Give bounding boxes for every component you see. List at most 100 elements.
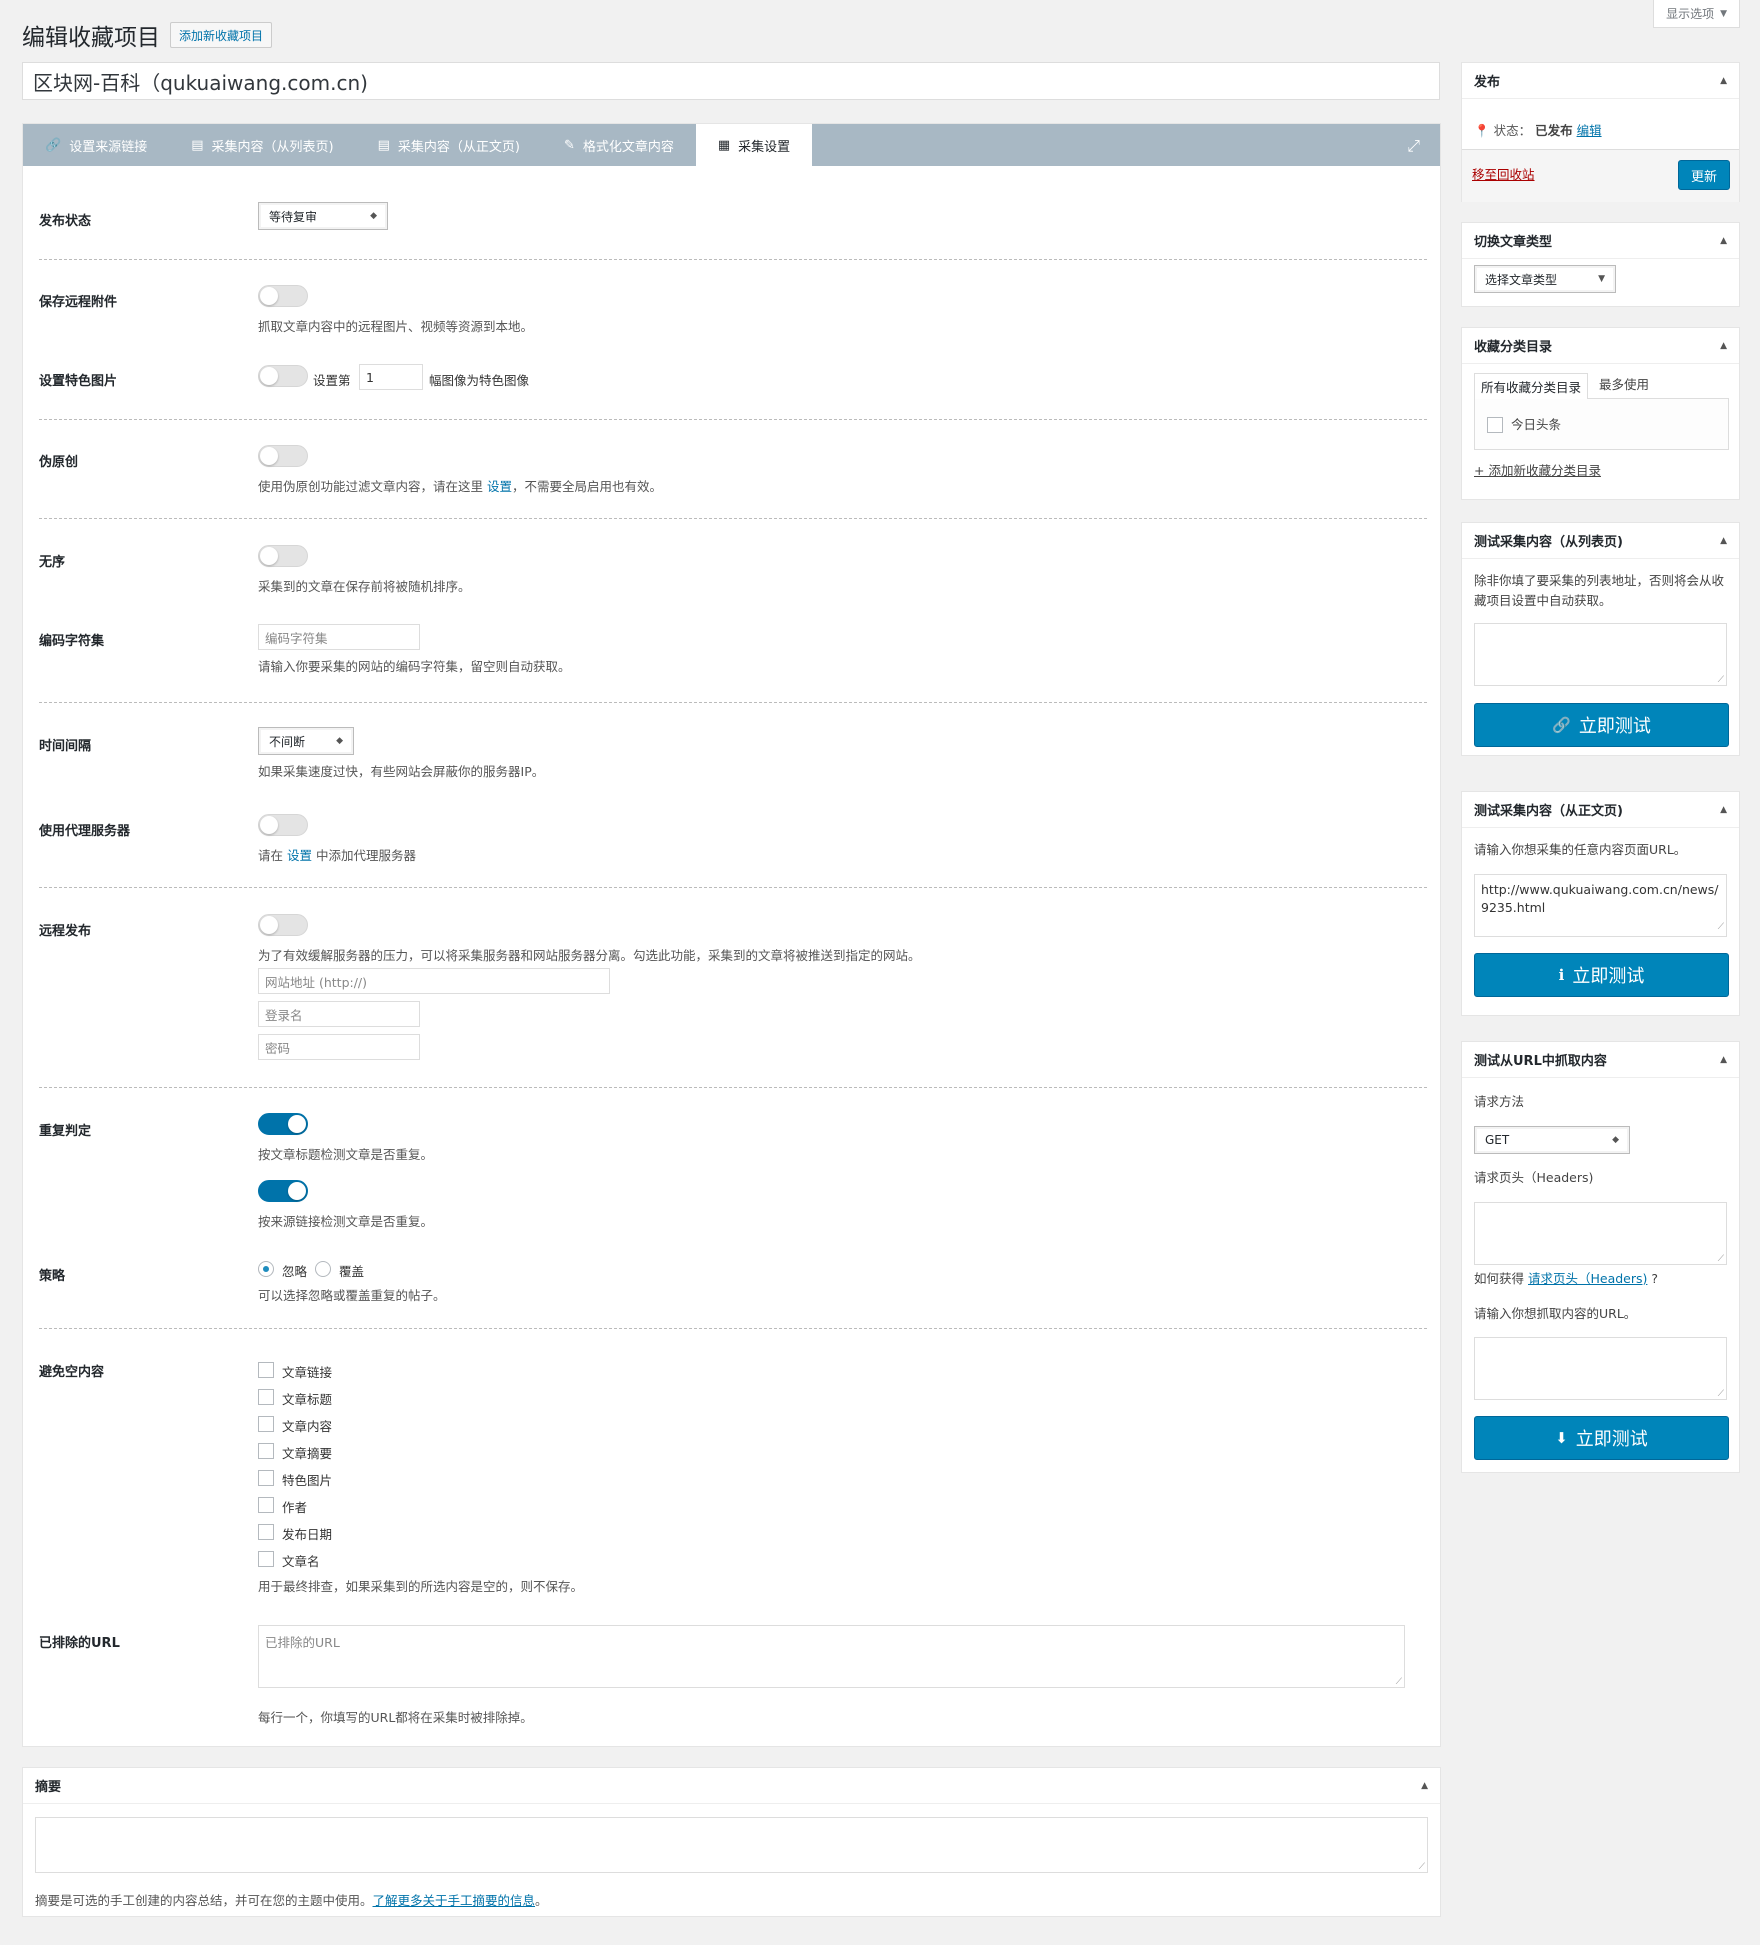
excerpt-textarea[interactable] <box>35 1817 1428 1873</box>
list-icon: ▤ <box>191 137 204 153</box>
tab-list-content[interactable]: ▤ 采集内容（从列表页) <box>169 124 355 166</box>
excerpt-metabox: 摘要 ▲ 摘要是可选的手工创建的内容总结，并可在您的主题中使用。了解更多关于手工… <box>22 1767 1441 1917</box>
avoid-empty-checkbox[interactable] <box>258 1470 274 1486</box>
divider <box>39 1328 1427 1329</box>
collapse-arrow-icon[interactable]: ▲ <box>1720 1055 1727 1065</box>
select-value: GET <box>1485 1133 1510 1147</box>
toggle-knob <box>260 367 278 385</box>
caret-down-icon: ▼ <box>1598 274 1605 284</box>
desc-text: ，不需要全局启用也有效。 <box>512 479 663 494</box>
post-title-input[interactable]: 区块网-百科（qukuaiwang.com.cn) <box>22 62 1440 100</box>
pseudo-original-label: 伪原创 <box>39 455 79 470</box>
checkbox-label: 文章内容 <box>282 1419 333 1434</box>
toggle-knob <box>260 916 278 934</box>
test-article-button[interactable]: ℹ 立即测试 <box>1474 953 1729 997</box>
fetch-url-textarea[interactable] <box>1474 1337 1727 1400</box>
publish-actions: 移至回收站 更新 <box>1462 149 1739 202</box>
headers-help-link[interactable]: 请求页头（Headers) <box>1528 1271 1647 1286</box>
pseudo-original-toggle[interactable] <box>258 445 308 467</box>
category-tab-most-used[interactable]: 最多使用 <box>1599 375 1649 395</box>
edit-status-link[interactable]: 编辑 <box>1577 123 1602 138</box>
checkbox-label: 发布日期 <box>282 1527 333 1542</box>
duplicate-title-toggle[interactable] <box>258 1113 308 1135</box>
test-list-box-header[interactable]: 测试采集内容（从列表页) ▲ <box>1462 523 1739 559</box>
box-title: 切换文章类型 <box>1474 235 1553 250</box>
link-icon: 🔗 <box>1552 716 1571 734</box>
avoid-empty-checkbox[interactable] <box>258 1389 274 1405</box>
update-button[interactable]: 更新 <box>1678 160 1730 190</box>
post-type-select[interactable]: 选择文章类型 ▼ <box>1474 265 1616 293</box>
proxy-toggle[interactable] <box>258 814 308 836</box>
collapse-arrow-icon[interactable]: ▲ <box>1720 536 1727 546</box>
publish-box-header[interactable]: 发布 ▲ <box>1462 63 1739 99</box>
add-category-link[interactable]: + 添加新收藏分类目录 <box>1474 461 1601 481</box>
avoid-empty-checkbox[interactable] <box>258 1443 274 1459</box>
collapse-arrow-icon[interactable]: ▲ <box>1720 805 1727 815</box>
avoid-empty-checkbox[interactable] <box>258 1551 274 1567</box>
settings-link[interactable]: 设置 <box>487 479 512 494</box>
tab-label: 格式化文章内容 <box>582 139 674 155</box>
collapse-arrow-icon[interactable]: ▲ <box>1720 341 1727 351</box>
random-order-toggle[interactable] <box>258 545 308 567</box>
toggle-knob <box>260 816 278 834</box>
collapse-arrow-icon[interactable]: ▲ <box>1720 236 1727 246</box>
tab-source-links[interactable]: 🔗 设置来源链接 <box>23 124 169 166</box>
test-article-url-textarea[interactable]: http://www.qukuaiwang.com.cn/news/9235.h… <box>1474 874 1727 937</box>
request-method-select[interactable]: GET ◆ <box>1474 1126 1630 1154</box>
category-item-label: 今日头条 <box>1511 417 1562 432</box>
grid-icon: ▦ <box>717 137 731 153</box>
settings-link[interactable]: 设置 <box>287 848 312 863</box>
toggle-knob <box>260 547 278 565</box>
move-to-trash-link[interactable]: 移至回收站 <box>1472 165 1535 185</box>
strategy-overwrite-label: 覆盖 <box>339 1264 365 1279</box>
toggle-knob <box>288 1115 306 1133</box>
featured-image-index-input[interactable]: 1 <box>359 364 423 390</box>
test-fetch-button[interactable]: ⬇ 立即测试 <box>1474 1416 1729 1460</box>
box-title: 测试从URL中抓取内容 <box>1474 1054 1607 1069</box>
remote-site-input[interactable]: 网站地址 (http://) <box>258 968 610 994</box>
category-box-header[interactable]: 收藏分类目录 ▲ <box>1462 328 1739 364</box>
tab-article-content[interactable]: ▤ 采集内容（从正文页) <box>356 124 542 166</box>
tab-collect-settings[interactable]: ▦ 采集设置 <box>695 124 813 166</box>
test-list-button[interactable]: 🔗 立即测试 <box>1474 703 1729 747</box>
collapse-arrow-icon[interactable]: ▲ <box>1720 76 1727 86</box>
category-checkbox[interactable] <box>1487 417 1503 433</box>
avoid-empty-checkbox[interactable] <box>258 1524 274 1540</box>
featured-image-toggle[interactable] <box>258 365 308 387</box>
featured-image-suffix: 幅图像为特色图像 <box>429 373 530 388</box>
test-article-desc: 请输入你想采集的任意内容页面URL。 <box>1474 842 1687 857</box>
save-remote-toggle[interactable] <box>258 285 308 307</box>
excluded-urls-textarea[interactable]: 已排除的URL <box>258 1625 1405 1688</box>
excerpt-learn-more-link[interactable]: 了解更多关于手工摘要的信息 <box>373 1893 536 1908</box>
remote-username-input[interactable]: 登录名 <box>258 1001 420 1027</box>
status-value: 已发布 <box>1535 123 1573 138</box>
test-article-box-header[interactable]: 测试采集内容（从正文页) ▲ <box>1462 792 1739 828</box>
duplicate-url-toggle[interactable] <box>258 1180 308 1202</box>
tab-format-content[interactable]: ✎ 格式化文章内容 <box>542 124 696 166</box>
test-fetch-box-header[interactable]: 测试从URL中抓取内容 ▲ <box>1462 1042 1739 1078</box>
remote-publish-toggle[interactable] <box>258 914 308 936</box>
publish-status-select[interactable]: 等待复审 ◆ <box>258 202 388 230</box>
select-value: 选择文章类型 <box>1485 272 1558 287</box>
interval-desc: 如果采集速度过快，有些网站会屏蔽你的服务器IP。 <box>258 764 545 779</box>
remote-password-input[interactable]: 密码 <box>258 1034 420 1060</box>
avoid-empty-label: 避免空内容 <box>39 1365 105 1380</box>
duplicate-url-desc: 按来源链接检测文章是否重复。 <box>258 1214 434 1229</box>
fullscreen-icon[interactable]: ⤢ <box>1407 136 1420 156</box>
interval-select[interactable]: 不间断 ◆ <box>258 727 354 755</box>
excerpt-header[interactable]: 摘要 ▲ <box>23 1768 1440 1804</box>
test-list-textarea[interactable] <box>1474 623 1727 686</box>
screen-options-button[interactable]: 显示选项 ▼ <box>1653 0 1740 28</box>
category-tab-all[interactable]: 所有收藏分类目录 <box>1474 373 1589 399</box>
charset-label: 编码字符集 <box>39 634 105 649</box>
headers-textarea[interactable] <box>1474 1202 1727 1265</box>
avoid-empty-checkbox[interactable] <box>258 1497 274 1513</box>
strategy-ignore-radio[interactable] <box>258 1261 274 1277</box>
collapse-arrow-icon[interactable]: ▲ <box>1421 1781 1428 1791</box>
add-new-button[interactable]: 添加新收藏项目 <box>170 22 273 48</box>
post-type-box-header[interactable]: 切换文章类型 ▲ <box>1462 223 1739 259</box>
avoid-empty-checkbox[interactable] <box>258 1416 274 1432</box>
strategy-overwrite-radio[interactable] <box>315 1261 331 1277</box>
avoid-empty-checkbox[interactable] <box>258 1362 274 1378</box>
charset-input[interactable]: 编码字符集 <box>258 624 420 650</box>
